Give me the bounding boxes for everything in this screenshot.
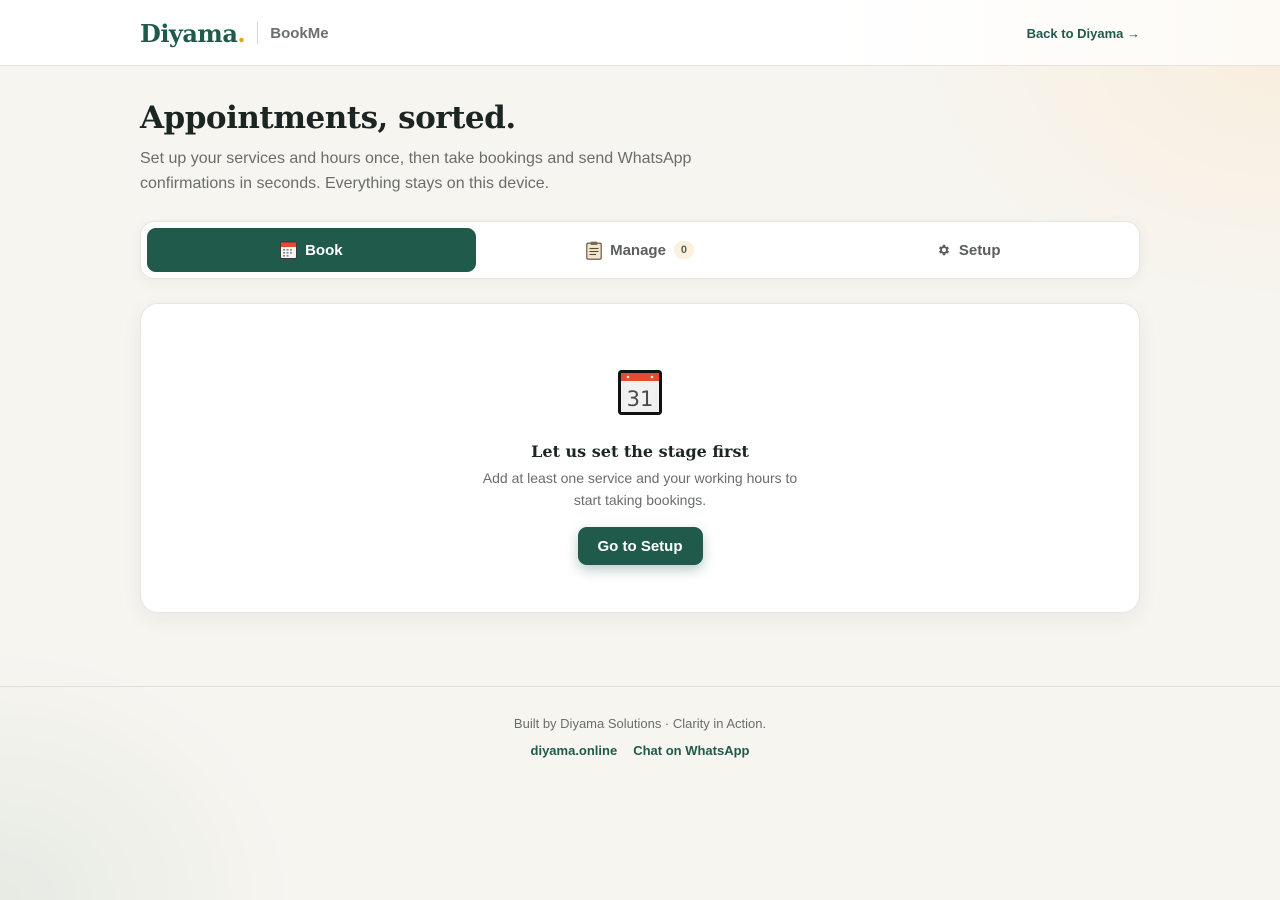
header-inner: Diyama. BookMe Back to Diyama → [140,0,1140,66]
gear-icon [937,243,951,257]
empty-state-card: 31 Let us set the stage first Add at lea… [140,303,1140,613]
back-to-diyama-link[interactable]: Back to Diyama → [1027,26,1140,41]
brand-divider [257,22,259,44]
product-name: BookMe [270,24,329,42]
clipboard-icon [586,241,602,260]
calendar-icon [280,241,298,259]
diyama-logo[interactable]: Diyama. [140,18,246,48]
tab-bar: Book Manage 0 Setup [140,221,1140,279]
calendar-day-number: 31 [627,387,654,411]
empty-state-title: Let us set the stage first [531,442,749,461]
footer-links: diyama.online Chat on WhatsApp [0,743,1280,758]
top-header: Diyama. BookMe Back to Diyama → [0,0,1280,66]
manage-count-badge: 0 [673,241,694,259]
logo-text: Diyama [140,18,238,48]
logo-dot: . [237,18,246,48]
calendar-31-icon: 31 [618,370,662,420]
main-content: Appointments, sorted. Set up your servic… [140,100,1140,613]
footer: Built by Diyama Solutions · Clarity in A… [0,686,1280,900]
page-subtitle: Set up your services and hours once, the… [140,150,692,192]
tab-setup-label: Setup [958,241,1001,259]
brand[interactable]: Diyama. BookMe [140,19,329,48]
footer-link-whatsapp[interactable]: Chat on WhatsApp [633,743,749,758]
tab-setup[interactable]: Setup [804,228,1133,272]
page-title: Appointments, sorted. [140,100,516,136]
tab-book[interactable]: Book [147,228,476,272]
footer-link-website[interactable]: diyama.online [531,743,618,758]
empty-state-text: Add at least one service and your workin… [482,470,798,508]
go-to-setup-button[interactable]: Go to Setup [577,527,703,565]
tab-manage-label: Manage [610,241,666,259]
tab-book-label: Book [305,241,343,259]
tab-manage[interactable]: Manage 0 [476,228,805,272]
footer-credit: Built by Diyama Solutions · Clarity in A… [513,716,767,731]
